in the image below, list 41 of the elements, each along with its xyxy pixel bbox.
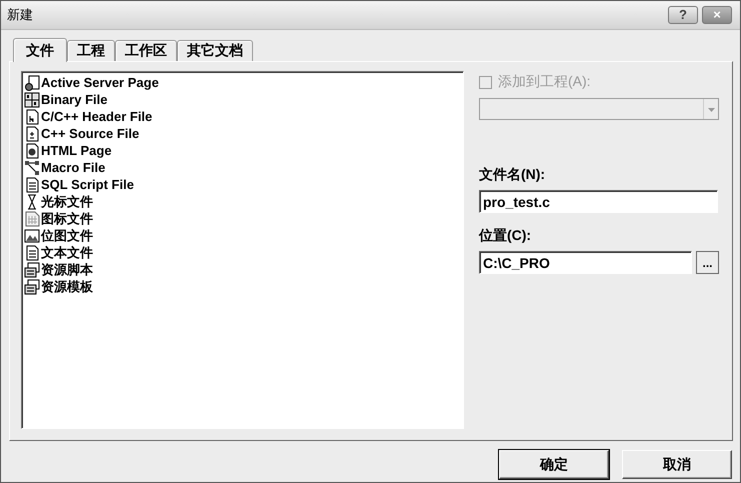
file-type-item[interactable]: 图标文件 (41, 210, 93, 228)
file-type-icon (24, 126, 40, 142)
file-type-icon (24, 160, 40, 176)
file-type-icon (24, 210, 40, 226)
file-type-icon (24, 176, 40, 192)
location-field[interactable]: C:\C_PRO (479, 251, 692, 274)
field-label: 文件名(N): (479, 166, 546, 184)
file-type-icon (24, 142, 40, 158)
help-button[interactable]: ? (668, 6, 698, 24)
window-title: 新建 (7, 6, 34, 24)
file-type-icon (24, 262, 40, 278)
file-type-icon (24, 92, 40, 108)
file-type-item[interactable]: 资源脚本 (41, 260, 93, 278)
file-type-item[interactable]: C/C++ Header File (41, 109, 152, 124)
dropdown-arrow-icon (703, 99, 718, 119)
file-type-item[interactable]: SQL Script File (41, 177, 134, 192)
file-type-icon (24, 74, 40, 90)
file-type-item[interactable]: Binary File (41, 92, 108, 107)
field-label: 位置(C): (479, 227, 532, 245)
file-type-item[interactable]: 资源模板 (41, 278, 93, 296)
file-type-item[interactable]: C++ Source File (41, 126, 140, 141)
file-type-item[interactable]: Macro File (41, 160, 106, 175)
tab[interactable]: 其它文档 (177, 40, 253, 61)
tab[interactable]: 工程 (67, 40, 115, 61)
tab[interactable]: 文件 (13, 38, 67, 62)
ok-button[interactable]: 确定 (499, 450, 609, 479)
checkbox-label: 添加到工程(A): (498, 73, 591, 91)
cancel-button[interactable]: 取消 (622, 450, 732, 479)
file-type-item[interactable]: 光标文件 (41, 192, 93, 210)
tab[interactable]: 工作区 (115, 40, 177, 61)
file-type-icon (24, 228, 40, 244)
file-type-item[interactable]: Active Server Page (41, 75, 159, 90)
file-type-item[interactable]: 文本文件 (41, 244, 93, 262)
file-name-field[interactable]: pro_test.c (479, 190, 718, 213)
file-type-icon (24, 244, 40, 260)
project-dropdown[interactable] (479, 98, 719, 120)
file-type-icon (24, 278, 40, 294)
file-type-icon (24, 108, 40, 124)
browse-button[interactable]: ... (696, 251, 719, 274)
file-type-item[interactable]: HTML Page (41, 143, 112, 158)
file-type-item[interactable]: 位图文件 (41, 226, 93, 244)
